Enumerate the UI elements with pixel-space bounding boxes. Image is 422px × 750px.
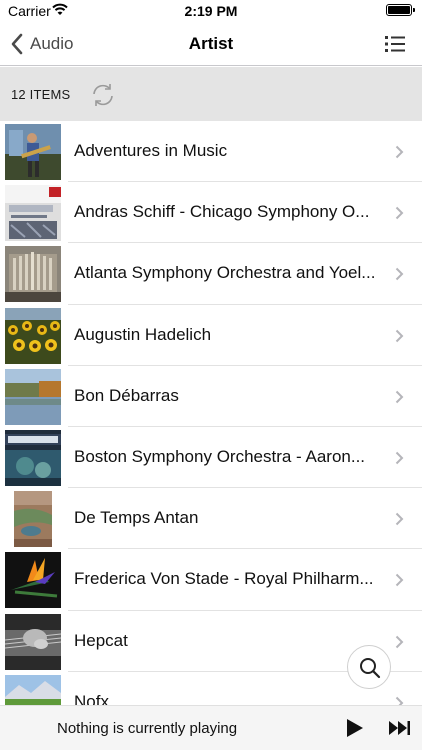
chevron-right-icon xyxy=(395,268,404,281)
now-playing-bar: Nothing is currently playing xyxy=(0,705,422,750)
sunflowers-thumb xyxy=(5,307,61,364)
skip-forward-icon[interactable] xyxy=(389,721,411,735)
organ-thumb xyxy=(5,246,61,303)
artist-name: Adventures in Music xyxy=(74,141,228,160)
list-item[interactable]: Andras Schiff - Chicago Symphony O... xyxy=(0,182,422,244)
lake-thumb xyxy=(5,368,61,425)
page-title: Artist xyxy=(188,34,234,53)
list-item[interactable]: Atlanta Symphony Orchestra and Yoel... xyxy=(0,243,422,305)
battery-icon xyxy=(386,4,415,16)
chevron-right-icon xyxy=(395,145,404,159)
chevron-right-icon xyxy=(395,635,404,648)
list-item[interactable]: Frederica Von Stade - Royal Philharm... xyxy=(0,549,422,611)
list-item[interactable]: De Temps Antan xyxy=(0,488,422,550)
list-item[interactable]: Adventures in Music xyxy=(0,121,422,183)
artist-name: Atlanta Symphony Orchestra and Yoel... xyxy=(74,263,376,283)
mountain-meadow-thumb xyxy=(5,674,61,705)
artist-name: De Temps Antan xyxy=(74,508,199,528)
artist-name: Bon Débarras xyxy=(74,385,179,405)
chevron-right-icon xyxy=(395,574,404,587)
artist-name: Nofx xyxy=(74,691,109,705)
navigation-bar: Audio Artist xyxy=(0,22,422,66)
refresh-icon[interactable] xyxy=(89,81,117,109)
artist-name: Hepcat xyxy=(74,630,128,650)
artist-name: Boston Symphony Orchestra - Aaron... xyxy=(74,446,366,466)
chevron-right-icon xyxy=(395,329,404,342)
search-button[interactable] xyxy=(347,645,391,689)
clock: 2:19 PM xyxy=(184,3,238,19)
wagner-album-thumb xyxy=(5,185,61,242)
now-playing-status: Nothing is currently playing xyxy=(57,720,238,737)
respighi-album-thumb xyxy=(5,429,61,486)
artist-name: Frederica Von Stade - Royal Philharm... xyxy=(74,569,374,589)
list-item[interactable]: Augustin Hadelich xyxy=(0,305,422,366)
chevron-right-icon xyxy=(395,206,404,220)
guitar-hands-thumb xyxy=(5,613,61,670)
chevron-right-icon xyxy=(395,696,404,705)
bird-of-paradise-thumb xyxy=(5,552,61,609)
items-count: 12 ITEMS xyxy=(11,87,71,102)
artist-list[interactable]: Adventures in Music Andras Schiff - Chic… xyxy=(0,121,422,705)
guitarist-thumb xyxy=(5,124,61,180)
search-icon xyxy=(360,658,381,679)
chevron-right-icon xyxy=(395,390,404,403)
list-view-icon[interactable] xyxy=(384,34,406,54)
artist-name: Andras Schiff - Chicago Symphony O... xyxy=(74,202,370,222)
chevron-right-icon xyxy=(395,512,404,526)
chevron-right-icon xyxy=(395,451,404,465)
artist-name: Augustin Hadelich xyxy=(74,324,212,344)
list-item[interactable]: Bon Débarras xyxy=(0,366,422,427)
status-bar: Carrier 2:19 PM xyxy=(0,0,422,22)
list-item[interactable]: Boston Symphony Orchestra - Aaron... xyxy=(0,427,422,489)
aerial-landscape-thumb xyxy=(5,491,61,548)
items-toolbar: 12 ITEMS xyxy=(0,67,422,121)
play-icon[interactable] xyxy=(346,718,364,738)
